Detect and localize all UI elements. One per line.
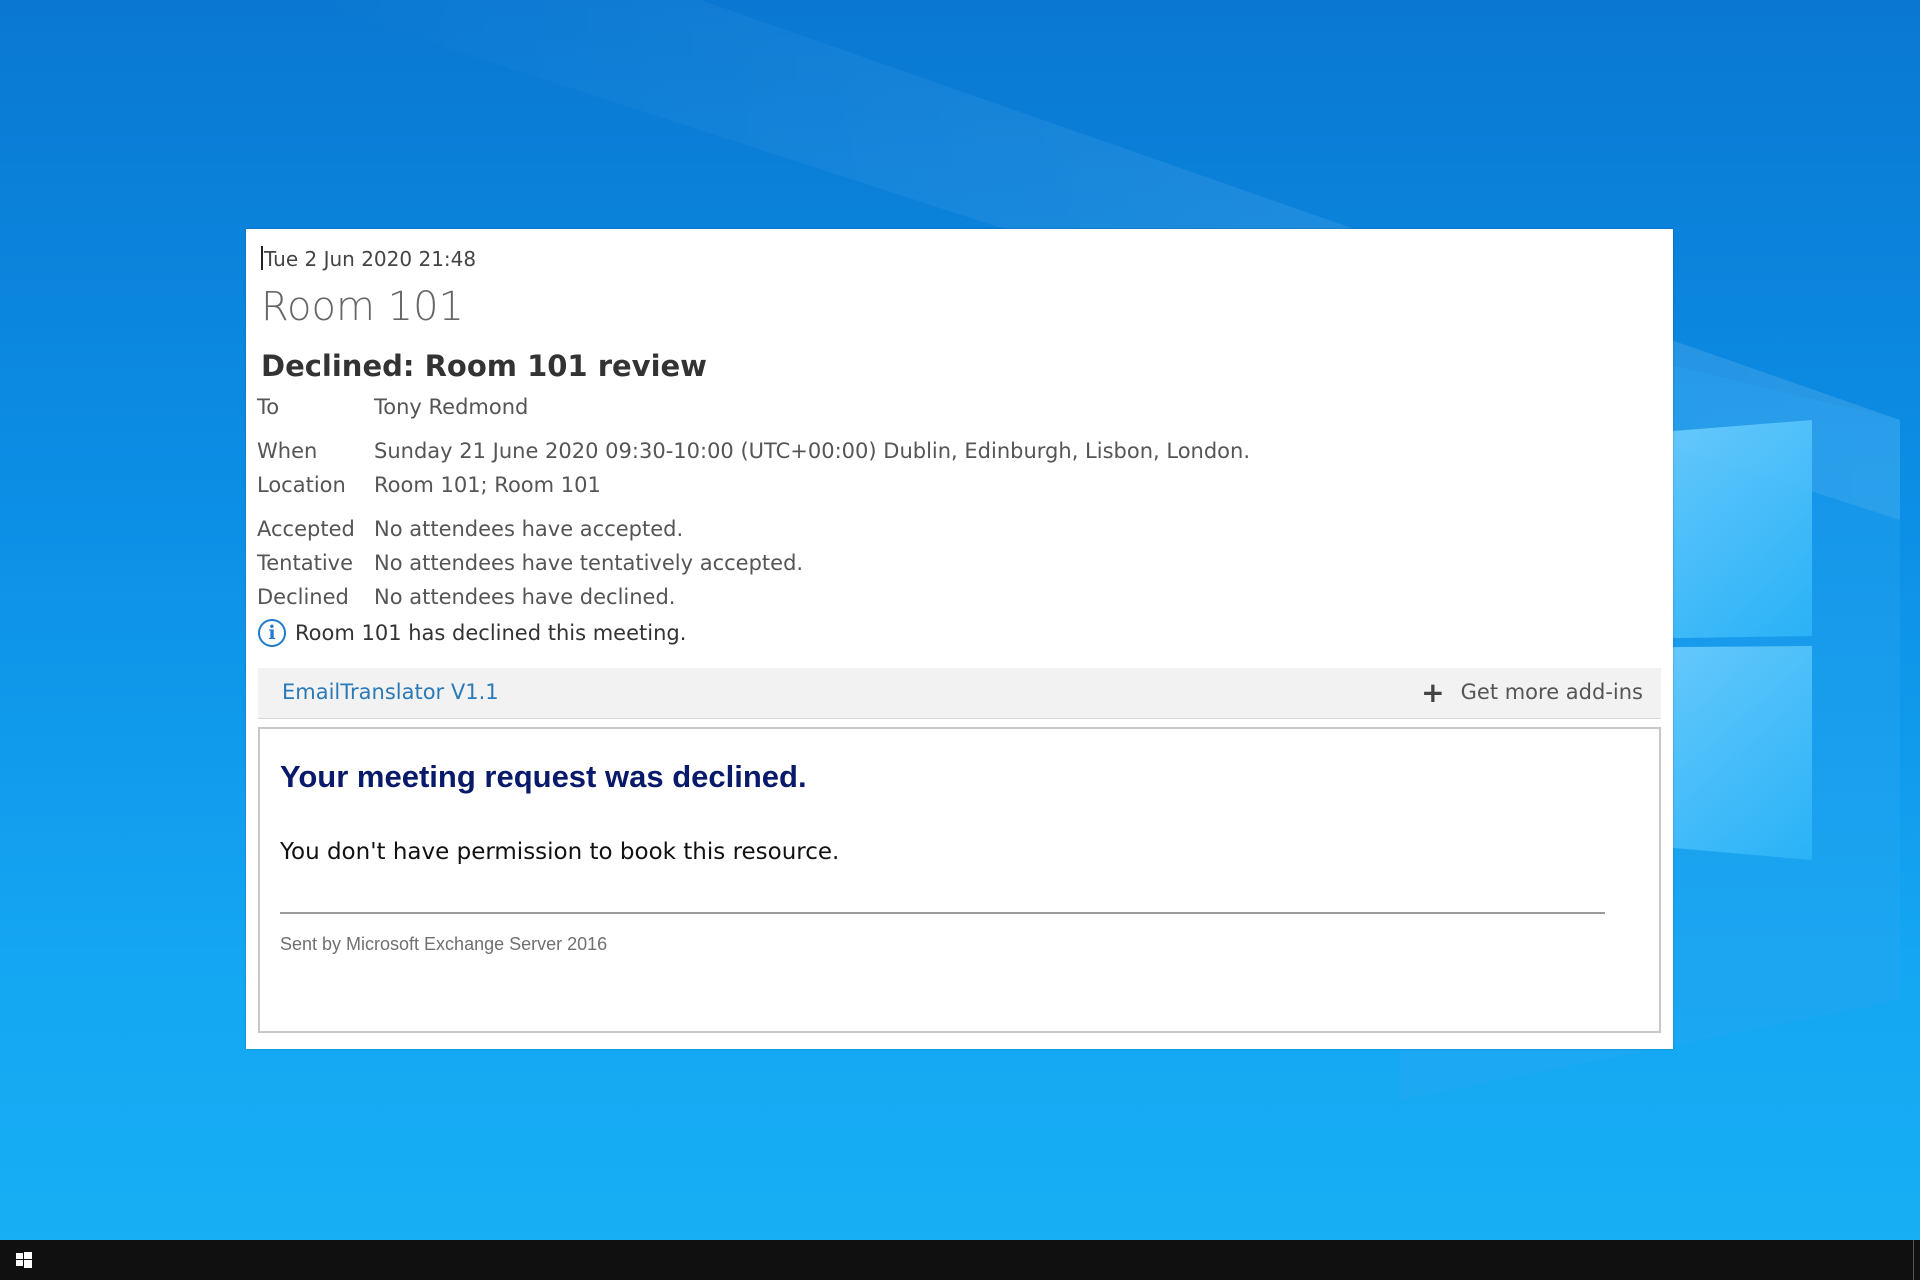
show-desktop-button[interactable] xyxy=(1913,1240,1914,1280)
message-date-text: Tue 2 Jun 2020 21:48 xyxy=(264,247,477,271)
info-icon: i xyxy=(258,619,286,647)
addin-bar: EmailTranslator V1.1 + Get more add-ins xyxy=(258,668,1661,719)
field-value: No attendees have tentatively accepted. xyxy=(374,551,804,575)
field-label: To xyxy=(257,395,280,419)
reading-pane: Tue 2 Jun 2020 21:48 Room 101 Declined: … xyxy=(246,229,1673,1049)
field-value: No attendees have declined. xyxy=(374,585,676,609)
sent-by-footer: Sent by Microsoft Exchange Server 2016 xyxy=(280,934,608,954)
text-caret xyxy=(261,246,263,270)
windows-logo-icon xyxy=(16,1252,32,1268)
get-more-addins-label: Get more add-ins xyxy=(1460,680,1643,704)
field-value: No attendees have accepted. xyxy=(374,517,684,541)
field-value: Room 101; Room 101 xyxy=(374,473,601,497)
field-label: When xyxy=(257,439,318,463)
field-value: Sunday 21 June 2020 09:30-10:00 (UTC+00:… xyxy=(374,439,1251,463)
recipient-name[interactable]: Tony Redmond xyxy=(374,395,528,419)
organizer-name[interactable]: Room 101 xyxy=(261,284,464,330)
declined-heading: Your meeting request was declined. xyxy=(280,759,807,794)
taskbar xyxy=(0,1240,1920,1280)
body-divider xyxy=(280,912,1605,914)
declined-reason: You don't have permission to book this r… xyxy=(280,839,840,865)
field-label: Declined xyxy=(257,585,349,609)
get-more-addins-button[interactable]: + Get more add-ins xyxy=(1421,675,1643,709)
start-button[interactable] xyxy=(0,1240,48,1280)
info-text: Room 101 has declined this meeting. xyxy=(295,621,687,645)
message-subject: Declined: Room 101 review xyxy=(261,349,707,383)
info-bar: i Room 101 has declined this meeting. xyxy=(258,619,686,647)
addin-emailtranslator-link[interactable]: EmailTranslator V1.1 xyxy=(282,680,499,704)
field-label: Accepted xyxy=(257,517,355,541)
plus-icon: + xyxy=(1421,675,1445,709)
field-label: Location xyxy=(257,473,346,497)
field-label: Tentative xyxy=(257,551,354,575)
message-body: Your meeting request was declined. You d… xyxy=(258,727,1661,1033)
message-date: Tue 2 Jun 2020 21:48 xyxy=(261,246,476,271)
